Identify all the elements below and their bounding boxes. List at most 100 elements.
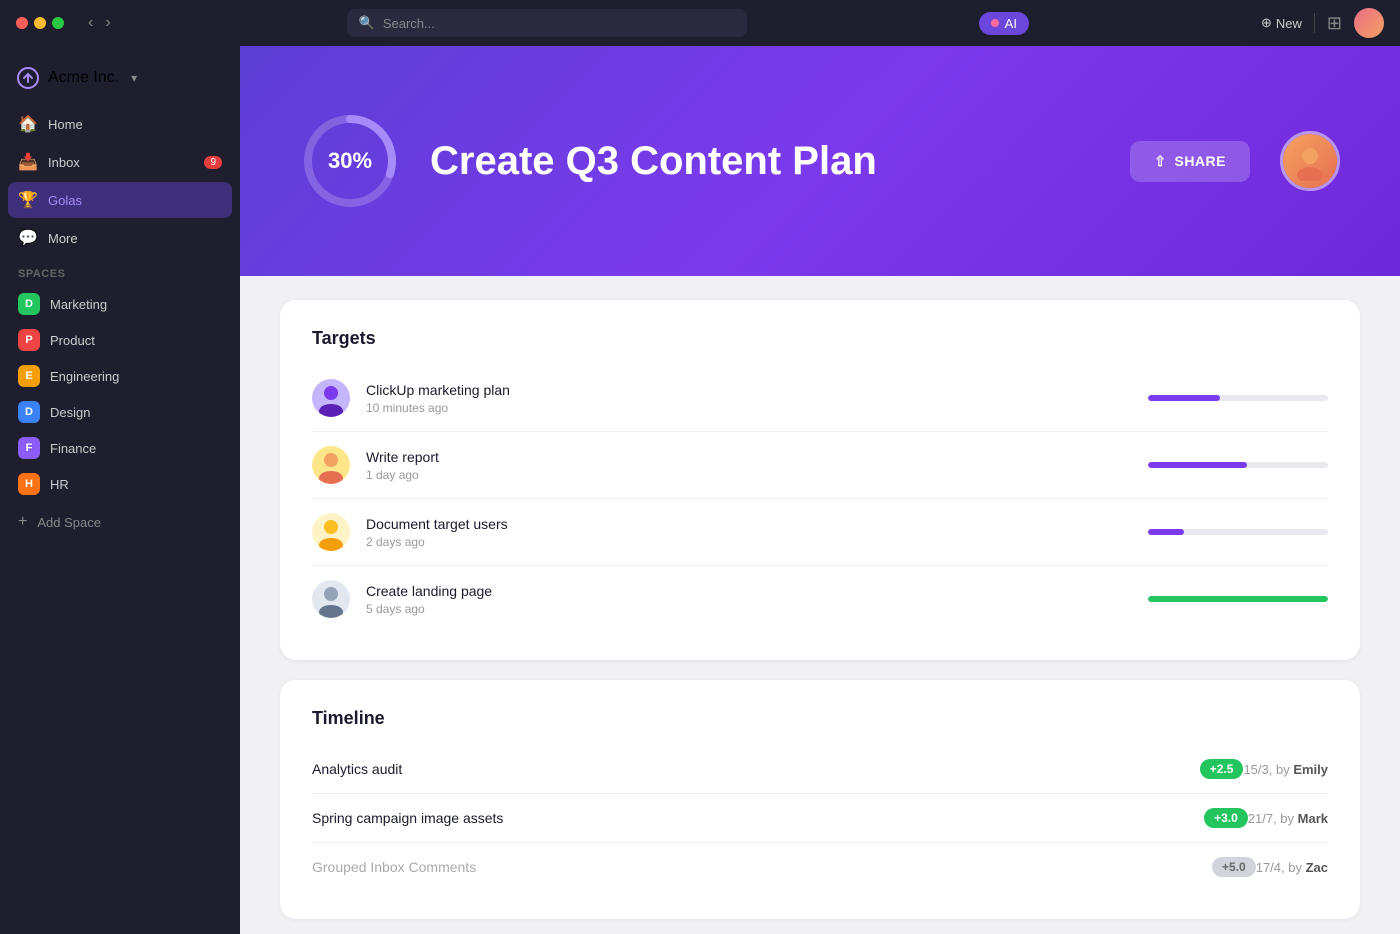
space-dot-design: D (18, 401, 40, 423)
avatar-img-1 (312, 446, 350, 484)
sidebar-item-more[interactable]: 💬 More (8, 220, 232, 256)
workspace-chevron-icon: ▾ (131, 71, 137, 85)
timeline-person-2: Zac (1306, 860, 1328, 875)
target-name-0: ClickUp marketing plan (366, 382, 1132, 398)
space-dot-hr: H (18, 473, 40, 495)
target-progress-bar-0 (1148, 395, 1220, 401)
timeline-item-0: Analytics audit +2.5 15/3, by Emily (312, 745, 1328, 794)
hero-banner: 30% Create Q3 Content Plan ⇧ SHARE (240, 46, 1400, 276)
timeline-item-1: Spring campaign image assets +3.0 21/7, … (312, 794, 1328, 843)
add-space-label: Add Space (37, 515, 101, 530)
minimize-window-btn[interactable] (34, 17, 46, 29)
sidebar: Acme Inc. ▾ 🏠 Home 📥 Inbox 9 🏆 Golas 💬 M… (0, 46, 240, 934)
timeline-person-1: Mark (1298, 811, 1328, 826)
space-label-product: Product (50, 333, 95, 348)
forward-btn[interactable]: › (101, 12, 114, 34)
sidebar-item-inbox[interactable]: 📥 Inbox 9 (8, 144, 232, 180)
topbar-right: ⊕ New ⊞ (1261, 8, 1384, 38)
target-progress-bar-container-2 (1148, 529, 1328, 535)
target-time-1: 1 day ago (366, 468, 1132, 482)
new-label: New (1276, 16, 1302, 31)
inbox-badge: 9 (204, 156, 222, 169)
sidebar-item-home[interactable]: 🏠 Home (8, 106, 232, 142)
timeline-badge-2: +5.0 (1212, 857, 1256, 877)
plus-icon: ⊕ (1261, 15, 1272, 31)
space-item-product[interactable]: P Product (8, 322, 232, 358)
space-label-design: Design (50, 405, 90, 420)
spaces-list: D Marketing P Product E Engineering D De… (0, 286, 240, 502)
share-button[interactable]: ⇧ SHARE (1130, 141, 1250, 182)
space-item-hr[interactable]: H HR (8, 466, 232, 502)
ai-button[interactable]: AI (979, 12, 1029, 35)
ai-dot (991, 19, 999, 27)
target-info-3: Create landing page 5 days ago (366, 583, 1132, 616)
back-btn[interactable]: ‹ (84, 12, 97, 34)
nav-arrows: ‹ › (84, 12, 115, 34)
share-icon: ⇧ (1154, 153, 1166, 170)
target-time-3: 5 days ago (366, 602, 1132, 616)
progress-percentage: 30% (328, 148, 372, 174)
sidebar-item-goals[interactable]: 🏆 Golas (8, 182, 232, 218)
space-item-marketing[interactable]: D Marketing (8, 286, 232, 322)
timeline-date-2: 17/4, by (1256, 860, 1306, 875)
space-label-hr: HR (50, 477, 69, 492)
timeline-card: Timeline Analytics audit +2.5 15/3, by E… (280, 680, 1360, 919)
new-button[interactable]: ⊕ New (1261, 15, 1302, 31)
share-label: SHARE (1174, 153, 1226, 169)
target-name-1: Write report (366, 449, 1132, 465)
target-progress-bar-container-0 (1148, 395, 1328, 401)
workspace-icon (16, 66, 40, 90)
target-progress-bar-2 (1148, 529, 1184, 535)
timeline-badge-1: +3.0 (1204, 808, 1248, 828)
timeline-date-1: 21/7, by (1248, 811, 1298, 826)
target-progress-bar-3 (1148, 596, 1328, 602)
search-bar[interactable]: 🔍 Search... (347, 9, 747, 37)
maximize-window-btn[interactable] (52, 17, 64, 29)
space-item-design[interactable]: D Design (8, 394, 232, 430)
target-avatar-1 (312, 446, 350, 484)
timeline-title: Timeline (312, 708, 1328, 729)
timeline-meta-1: 21/7, by Mark (1248, 811, 1328, 826)
workspace-header[interactable]: Acme Inc. ▾ (0, 58, 240, 106)
target-item-3: Create landing page 5 days ago (312, 566, 1328, 632)
close-window-btn[interactable] (16, 17, 28, 29)
timeline-item-2: Grouped Inbox Comments +5.0 17/4, by Zac (312, 843, 1328, 891)
goals-icon: 🏆 (18, 190, 38, 210)
user-avatar-top[interactable] (1354, 8, 1384, 38)
add-space-button[interactable]: + Add Space (8, 506, 232, 538)
space-item-finance[interactable]: F Finance (8, 430, 232, 466)
space-dot-engineering: E (18, 365, 40, 387)
timeline-meta-0: 15/3, by Emily (1243, 762, 1328, 777)
timeline-person-0: Emily (1293, 762, 1328, 777)
target-item-0: ClickUp marketing plan 10 minutes ago (312, 365, 1328, 432)
target-time-0: 10 minutes ago (366, 401, 1132, 415)
sidebar-item-more-label: More (48, 231, 78, 246)
workspace-name: Acme Inc. (48, 69, 119, 87)
avatar-img-2 (312, 513, 350, 551)
space-label-finance: Finance (50, 441, 96, 456)
space-item-engineering[interactable]: E Engineering (8, 358, 232, 394)
hero-title: Create Q3 Content Plan (430, 139, 1100, 184)
target-avatar-3 (312, 580, 350, 618)
search-placeholder: Search... (383, 16, 435, 31)
ai-label: AI (1005, 16, 1017, 31)
space-label-marketing: Marketing (50, 297, 107, 312)
plus-icon: + (18, 513, 27, 531)
grid-icon[interactable]: ⊞ (1327, 13, 1342, 34)
timeline-name-2: Grouped Inbox Comments (312, 859, 1202, 875)
target-progress-bar-1 (1148, 462, 1247, 468)
timeline-badge-0: +2.5 (1200, 759, 1244, 779)
target-avatar-2 (312, 513, 350, 551)
target-item-1: Write report 1 day ago (312, 432, 1328, 499)
cards-area: Targets ClickUp marketing plan 10 minute… (240, 276, 1400, 934)
topbar: ‹ › 🔍 Search... AI ⊕ New ⊞ (0, 0, 1400, 46)
timeline-name-0: Analytics audit (312, 761, 1190, 777)
avatar-img-0 (312, 379, 350, 417)
avatar-image (1283, 134, 1337, 188)
sidebar-item-goals-label: Golas (48, 193, 82, 208)
target-name-3: Create landing page (366, 583, 1132, 599)
more-icon: 💬 (18, 228, 38, 248)
space-dot-product: P (18, 329, 40, 351)
inbox-icon: 📥 (18, 152, 38, 172)
sidebar-nav: 🏠 Home 📥 Inbox 9 🏆 Golas 💬 More (0, 106, 240, 256)
